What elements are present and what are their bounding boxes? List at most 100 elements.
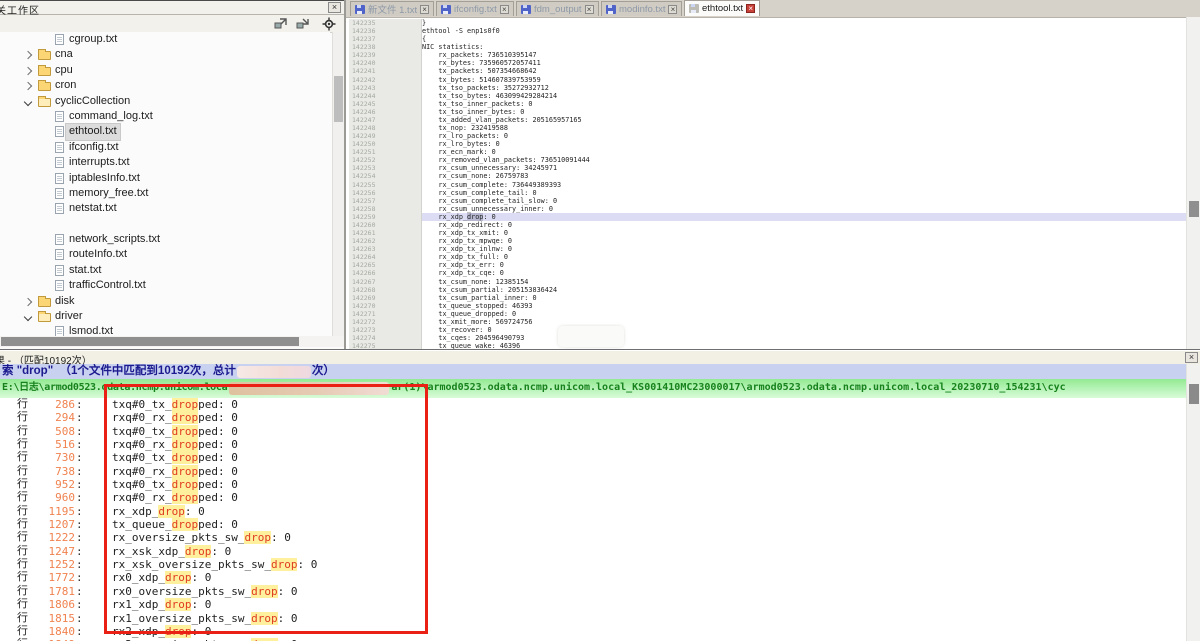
- chevron-right-icon[interactable]: [24, 67, 32, 75]
- editor-vscroll-thumb[interactable]: [1189, 201, 1199, 217]
- line-number: 142259: [349, 213, 421, 221]
- workspace-close-button[interactable]: ×: [328, 2, 341, 13]
- chevron-right-icon[interactable]: [24, 82, 32, 90]
- results-vscroll-thumb[interactable]: [1189, 384, 1199, 404]
- result-row[interactable]: 行1772:rx0_xdp_drop: 0: [0, 571, 1200, 584]
- result-text: rxq#0_rx_dropped: 0: [112, 411, 238, 424]
- file-icon: [55, 157, 64, 168]
- tree-item-disk[interactable]: disk: [0, 294, 330, 309]
- folder-icon: [38, 82, 51, 91]
- result-row[interactable]: 行1781:rx0_oversize_pkts_sw_drop: 0: [0, 585, 1200, 598]
- line-number: 142248: [349, 124, 421, 132]
- result-row[interactable]: 行960:rxq#0_rx_dropped: 0: [0, 491, 1200, 504]
- tab-label: fdm_output: [534, 4, 582, 15]
- result-row[interactable]: 行1222:rx_oversize_pkts_sw_drop: 0: [0, 531, 1200, 544]
- tree-item-cpu[interactable]: cpu: [0, 63, 330, 78]
- row-label: 行: [17, 598, 28, 611]
- code-line: rx_xdp_tx_err: 0: [422, 261, 1186, 269]
- tree-item-label: netstat.txt: [69, 201, 117, 216]
- tree-item-trafficcontrol-txt[interactable]: trafficControl.txt: [0, 278, 330, 293]
- result-row[interactable]: 行1207:tx_queue_dropped: 0: [0, 518, 1200, 531]
- tab-close-icon[interactable]: ×: [500, 5, 509, 14]
- tree-item-driver[interactable]: driver: [0, 309, 330, 324]
- tree-item-cna[interactable]: cna: [0, 47, 330, 62]
- tree-item-cgroup-txt[interactable]: cgroup.txt: [0, 32, 330, 47]
- floppy-disk-icon: [355, 5, 365, 14]
- floppy-disk-icon: [441, 5, 451, 14]
- tab-close-icon[interactable]: ×: [746, 4, 755, 13]
- code-line: tx_added_vlan_packets: 205165957165: [422, 116, 1186, 124]
- result-line-number: 294: [28, 411, 75, 424]
- tree-item-command-log-txt[interactable]: command_log.txt: [0, 109, 330, 124]
- workspace-vscroll-thumb[interactable]: [334, 76, 343, 122]
- result-line-number: 1772: [28, 571, 75, 584]
- code-line: rx_csum_complete: 736449389393: [422, 181, 1186, 189]
- result-text: rx1_xdp_drop: 0: [112, 598, 211, 611]
- editor-line-number-gutter: 1422351422361422371422381422391422401422…: [349, 19, 422, 350]
- result-row[interactable]: 行738:rxq#0_rx_dropped: 0: [0, 465, 1200, 478]
- tree-item-label: routeInfo.txt: [69, 247, 127, 262]
- result-row[interactable]: 行294:rxq#0_rx_dropped: 0: [0, 411, 1200, 424]
- tree-item-stat-txt[interactable]: stat.txt: [0, 263, 330, 278]
- result-row[interactable]: 行1195:rx_xdp_drop: 0: [0, 505, 1200, 518]
- result-row[interactable]: 行1252:rx_xsk_oversize_pkts_sw_drop: 0: [0, 558, 1200, 571]
- tree-item-iptablesinfo-txt[interactable]: iptablesInfo.txt: [0, 171, 330, 186]
- search-file-path-line[interactable]: E:\日志\armod0523.odata.ncmp.unicom.locaar…: [0, 379, 1200, 398]
- result-row[interactable]: 行1806:rx1_xdp_drop: 0: [0, 598, 1200, 611]
- tab-fdm-output[interactable]: fdm_output×: [516, 1, 599, 16]
- result-row[interactable]: 行286:txq#0_tx_dropped: 0: [0, 398, 1200, 411]
- search-summary-line[interactable]: 索 "drop" （1个文件中匹配到10192次，总计次）: [0, 364, 1200, 379]
- match-highlight: drop: [172, 491, 199, 504]
- workspace-hscroll-thumb[interactable]: [1, 337, 299, 346]
- code-line: rx_csum_none: 26759783: [422, 172, 1186, 180]
- tree-item-netstat-txt[interactable]: netstat.txt: [0, 201, 330, 216]
- chevron-down-icon[interactable]: [24, 97, 32, 105]
- tree-item-cron[interactable]: cron: [0, 78, 330, 93]
- workspace-horizontal-scrollbar[interactable]: [0, 336, 344, 347]
- tree-item-ifconfig-txt[interactable]: ifconfig.txt: [0, 140, 330, 155]
- file-icon: [55, 173, 64, 184]
- editor-vertical-scrollbar[interactable]: [1186, 17, 1200, 349]
- chevron-right-icon[interactable]: [24, 51, 32, 59]
- expand-windows-icon[interactable]: [274, 17, 288, 30]
- match-highlight: drop: [172, 425, 199, 438]
- collapse-windows-icon[interactable]: [296, 17, 310, 30]
- tab-close-icon[interactable]: ×: [420, 5, 429, 14]
- tree-item-lsmod-txt[interactable]: lsmod.txt: [0, 324, 330, 336]
- line-number: 142252: [349, 156, 421, 164]
- result-row[interactable]: 行1247:rx_xsk_xdp_drop: 0: [0, 545, 1200, 558]
- result-row[interactable]: 行952:txq#0_tx_dropped: 0: [0, 478, 1200, 491]
- tree-item-network-scripts-txt[interactable]: network_scripts.txt: [0, 232, 330, 247]
- tab-close-icon[interactable]: ×: [585, 5, 594, 14]
- result-row[interactable]: 行508:txq#0_tx_dropped: 0: [0, 425, 1200, 438]
- result-row[interactable]: 行516:rxq#0_rx_dropped: 0: [0, 438, 1200, 451]
- tree-item-routeinfo-txt[interactable]: routeInfo.txt: [0, 247, 330, 262]
- tab-modinfo-txt[interactable]: modinfo.txt×: [601, 1, 682, 16]
- tab-ifconfig-txt[interactable]: ifconfig.txt×: [436, 1, 514, 16]
- result-line-number: 1247: [28, 545, 75, 558]
- tree-item-label: interrupts.txt: [69, 155, 130, 170]
- tree-item-ethtool-txt[interactable]: ethtool.txt: [0, 124, 330, 139]
- result-row[interactable]: 行1815:rx1_oversize_pkts_sw_drop: 0: [0, 612, 1200, 625]
- workspace-vertical-scrollbar[interactable]: [332, 32, 344, 336]
- result-row[interactable]: 行1840:rx2_xdp_drop: 0: [0, 625, 1200, 638]
- chevron-down-icon[interactable]: [24, 313, 32, 321]
- tab--1-txt[interactable]: 新文件 1.txt×: [350, 1, 434, 16]
- tab-ethtool-txt[interactable]: ethtool.txt×: [684, 0, 760, 16]
- results-close-button[interactable]: ×: [1185, 352, 1198, 363]
- chevron-right-icon[interactable]: [24, 297, 32, 305]
- line-number: 142241: [349, 67, 421, 75]
- locate-file-icon[interactable]: [322, 17, 336, 31]
- line-number: 142235: [349, 19, 421, 27]
- tree-item-memory-free-txt[interactable]: memory_free.txt: [0, 186, 330, 201]
- editor-code-area[interactable]: }ethtool -S enp1s0f0{NIC statistics: rx_…: [422, 19, 1186, 350]
- result-row[interactable]: 行730:txq#0_tx_dropped: 0: [0, 451, 1200, 464]
- results-vertical-scrollbar[interactable]: [1186, 364, 1200, 641]
- code-line: rx_csum_complete_tail: 0: [422, 189, 1186, 197]
- tree-item-interrupts-txt[interactable]: interrupts.txt: [0, 155, 330, 170]
- code-line: tx_cqes: 204596490793: [422, 334, 1186, 342]
- tab-close-icon[interactable]: ×: [668, 5, 677, 14]
- tree-item-cycliccollection[interactable]: cyclicCollection: [0, 94, 330, 109]
- search-summary-suffix: 次）: [312, 365, 335, 377]
- line-number: 142262: [349, 237, 421, 245]
